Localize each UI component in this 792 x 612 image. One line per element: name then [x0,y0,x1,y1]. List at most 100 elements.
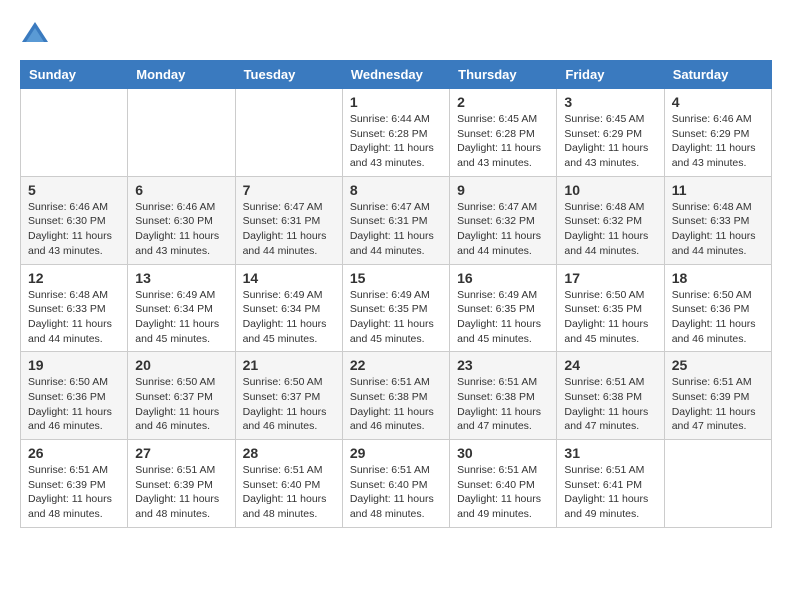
day-number: 6 [135,182,227,198]
day-number: 11 [672,182,764,198]
day-info: Sunrise: 6:50 AM Sunset: 6:37 PM Dayligh… [135,375,227,434]
day-info: Sunrise: 6:46 AM Sunset: 6:29 PM Dayligh… [672,112,764,171]
calendar-week-2: 5 Sunrise: 6:46 AM Sunset: 6:30 PM Daylig… [21,176,772,264]
calendar-cell: 16 Sunrise: 6:49 AM Sunset: 6:35 PM Dayli… [450,264,557,352]
day-number: 21 [243,357,335,373]
weekday-tuesday: Tuesday [235,61,342,89]
calendar-cell: 21 Sunrise: 6:50 AM Sunset: 6:37 PM Dayli… [235,352,342,440]
calendar-cell: 27 Sunrise: 6:51 AM Sunset: 6:39 PM Dayli… [128,440,235,528]
day-info: Sunrise: 6:45 AM Sunset: 6:28 PM Dayligh… [457,112,549,171]
calendar-cell: 12 Sunrise: 6:48 AM Sunset: 6:33 PM Dayli… [21,264,128,352]
day-number: 17 [564,270,656,286]
calendar-cell: 31 Sunrise: 6:51 AM Sunset: 6:41 PM Dayli… [557,440,664,528]
day-number: 9 [457,182,549,198]
day-number: 5 [28,182,120,198]
day-number: 2 [457,94,549,110]
weekday-wednesday: Wednesday [342,61,449,89]
weekday-monday: Monday [128,61,235,89]
calendar-cell: 3Sunrise: 6:45 AM Sunset: 6:29 PM Daylig… [557,89,664,177]
day-info: Sunrise: 6:51 AM Sunset: 6:38 PM Dayligh… [350,375,442,434]
day-info: Sunrise: 6:47 AM Sunset: 6:31 PM Dayligh… [350,200,442,259]
calendar-cell: 6Sunrise: 6:46 AM Sunset: 6:30 PM Daylig… [128,176,235,264]
calendar-cell: 20 Sunrise: 6:50 AM Sunset: 6:37 PM Dayli… [128,352,235,440]
calendar-body: 1Sunrise: 6:44 AM Sunset: 6:28 PM Daylig… [21,89,772,528]
day-info: Sunrise: 6:51 AM Sunset: 6:39 PM Dayligh… [672,375,764,434]
day-number: 19 [28,357,120,373]
day-info: Sunrise: 6:49 AM Sunset: 6:34 PM Dayligh… [243,288,335,347]
day-number: 28 [243,445,335,461]
calendar-cell: 30 Sunrise: 6:51 AM Sunset: 6:40 PM Dayli… [450,440,557,528]
day-number: 27 [135,445,227,461]
calendar-week-4: 19 Sunrise: 6:50 AM Sunset: 6:36 PM Dayli… [21,352,772,440]
day-info: Sunrise: 6:50 AM Sunset: 6:36 PM Dayligh… [672,288,764,347]
day-number: 26 [28,445,120,461]
day-info: Sunrise: 6:51 AM Sunset: 6:40 PM Dayligh… [243,463,335,522]
weekday-thursday: Thursday [450,61,557,89]
day-info: Sunrise: 6:48 AM Sunset: 6:33 PM Dayligh… [28,288,120,347]
day-info: Sunrise: 6:51 AM Sunset: 6:38 PM Dayligh… [457,375,549,434]
day-number: 31 [564,445,656,461]
day-info: Sunrise: 6:51 AM Sunset: 6:40 PM Dayligh… [350,463,442,522]
day-number: 16 [457,270,549,286]
day-info: Sunrise: 6:44 AM Sunset: 6:28 PM Dayligh… [350,112,442,171]
calendar-cell: 15 Sunrise: 6:49 AM Sunset: 6:35 PM Dayli… [342,264,449,352]
day-info: Sunrise: 6:49 AM Sunset: 6:35 PM Dayligh… [457,288,549,347]
calendar-cell [664,440,771,528]
day-info: Sunrise: 6:50 AM Sunset: 6:36 PM Dayligh… [28,375,120,434]
day-number: 24 [564,357,656,373]
day-info: Sunrise: 6:49 AM Sunset: 6:34 PM Dayligh… [135,288,227,347]
day-number: 23 [457,357,549,373]
day-info: Sunrise: 6:46 AM Sunset: 6:30 PM Dayligh… [28,200,120,259]
day-number: 22 [350,357,442,373]
calendar-cell: 23 Sunrise: 6:51 AM Sunset: 6:38 PM Dayli… [450,352,557,440]
day-info: Sunrise: 6:51 AM Sunset: 6:39 PM Dayligh… [135,463,227,522]
day-info: Sunrise: 6:47 AM Sunset: 6:32 PM Dayligh… [457,200,549,259]
day-number: 25 [672,357,764,373]
calendar-cell: 18Sunrise: 6:50 AM Sunset: 6:36 PM Dayli… [664,264,771,352]
calendar-cell: 11Sunrise: 6:48 AM Sunset: 6:33 PM Dayli… [664,176,771,264]
day-number: 7 [243,182,335,198]
day-info: Sunrise: 6:50 AM Sunset: 6:37 PM Dayligh… [243,375,335,434]
calendar-week-1: 1Sunrise: 6:44 AM Sunset: 6:28 PM Daylig… [21,89,772,177]
calendar-cell [235,89,342,177]
calendar-cell: 10 Sunrise: 6:48 AM Sunset: 6:32 PM Dayli… [557,176,664,264]
weekday-saturday: Saturday [664,61,771,89]
calendar-cell: 5 Sunrise: 6:46 AM Sunset: 6:30 PM Daylig… [21,176,128,264]
day-info: Sunrise: 6:49 AM Sunset: 6:35 PM Dayligh… [350,288,442,347]
calendar-cell [128,89,235,177]
page-header [20,20,772,50]
day-info: Sunrise: 6:51 AM Sunset: 6:40 PM Dayligh… [457,463,549,522]
day-number: 12 [28,270,120,286]
calendar-cell: 2 Sunrise: 6:45 AM Sunset: 6:28 PM Daylig… [450,89,557,177]
day-number: 20 [135,357,227,373]
day-number: 29 [350,445,442,461]
weekday-sunday: Sunday [21,61,128,89]
calendar-week-3: 12 Sunrise: 6:48 AM Sunset: 6:33 PM Dayli… [21,264,772,352]
day-info: Sunrise: 6:45 AM Sunset: 6:29 PM Dayligh… [564,112,656,171]
calendar-table: SundayMondayTuesdayWednesdayThursdayFrid… [20,60,772,528]
calendar-cell: 25 Sunrise: 6:51 AM Sunset: 6:39 PM Dayli… [664,352,771,440]
calendar-week-5: 26 Sunrise: 6:51 AM Sunset: 6:39 PM Dayli… [21,440,772,528]
day-number: 14 [243,270,335,286]
weekday-header-row: SundayMondayTuesdayWednesdayThursdayFrid… [21,61,772,89]
day-number: 30 [457,445,549,461]
day-number: 4 [672,94,764,110]
day-number: 15 [350,270,442,286]
calendar-cell: 13 Sunrise: 6:49 AM Sunset: 6:34 PM Dayli… [128,264,235,352]
logo-icon [20,20,50,50]
day-number: 8 [350,182,442,198]
calendar-header: SundayMondayTuesdayWednesdayThursdayFrid… [21,61,772,89]
calendar-cell: 4 Sunrise: 6:46 AM Sunset: 6:29 PM Daylig… [664,89,771,177]
day-number: 10 [564,182,656,198]
day-number: 13 [135,270,227,286]
day-info: Sunrise: 6:51 AM Sunset: 6:41 PM Dayligh… [564,463,656,522]
calendar-cell: 1Sunrise: 6:44 AM Sunset: 6:28 PM Daylig… [342,89,449,177]
calendar-cell: 8 Sunrise: 6:47 AM Sunset: 6:31 PM Daylig… [342,176,449,264]
calendar-cell: 28 Sunrise: 6:51 AM Sunset: 6:40 PM Dayli… [235,440,342,528]
calendar-cell: 19 Sunrise: 6:50 AM Sunset: 6:36 PM Dayli… [21,352,128,440]
weekday-friday: Friday [557,61,664,89]
day-info: Sunrise: 6:48 AM Sunset: 6:32 PM Dayligh… [564,200,656,259]
day-info: Sunrise: 6:47 AM Sunset: 6:31 PM Dayligh… [243,200,335,259]
calendar-cell: 9 Sunrise: 6:47 AM Sunset: 6:32 PM Daylig… [450,176,557,264]
calendar-cell [21,89,128,177]
